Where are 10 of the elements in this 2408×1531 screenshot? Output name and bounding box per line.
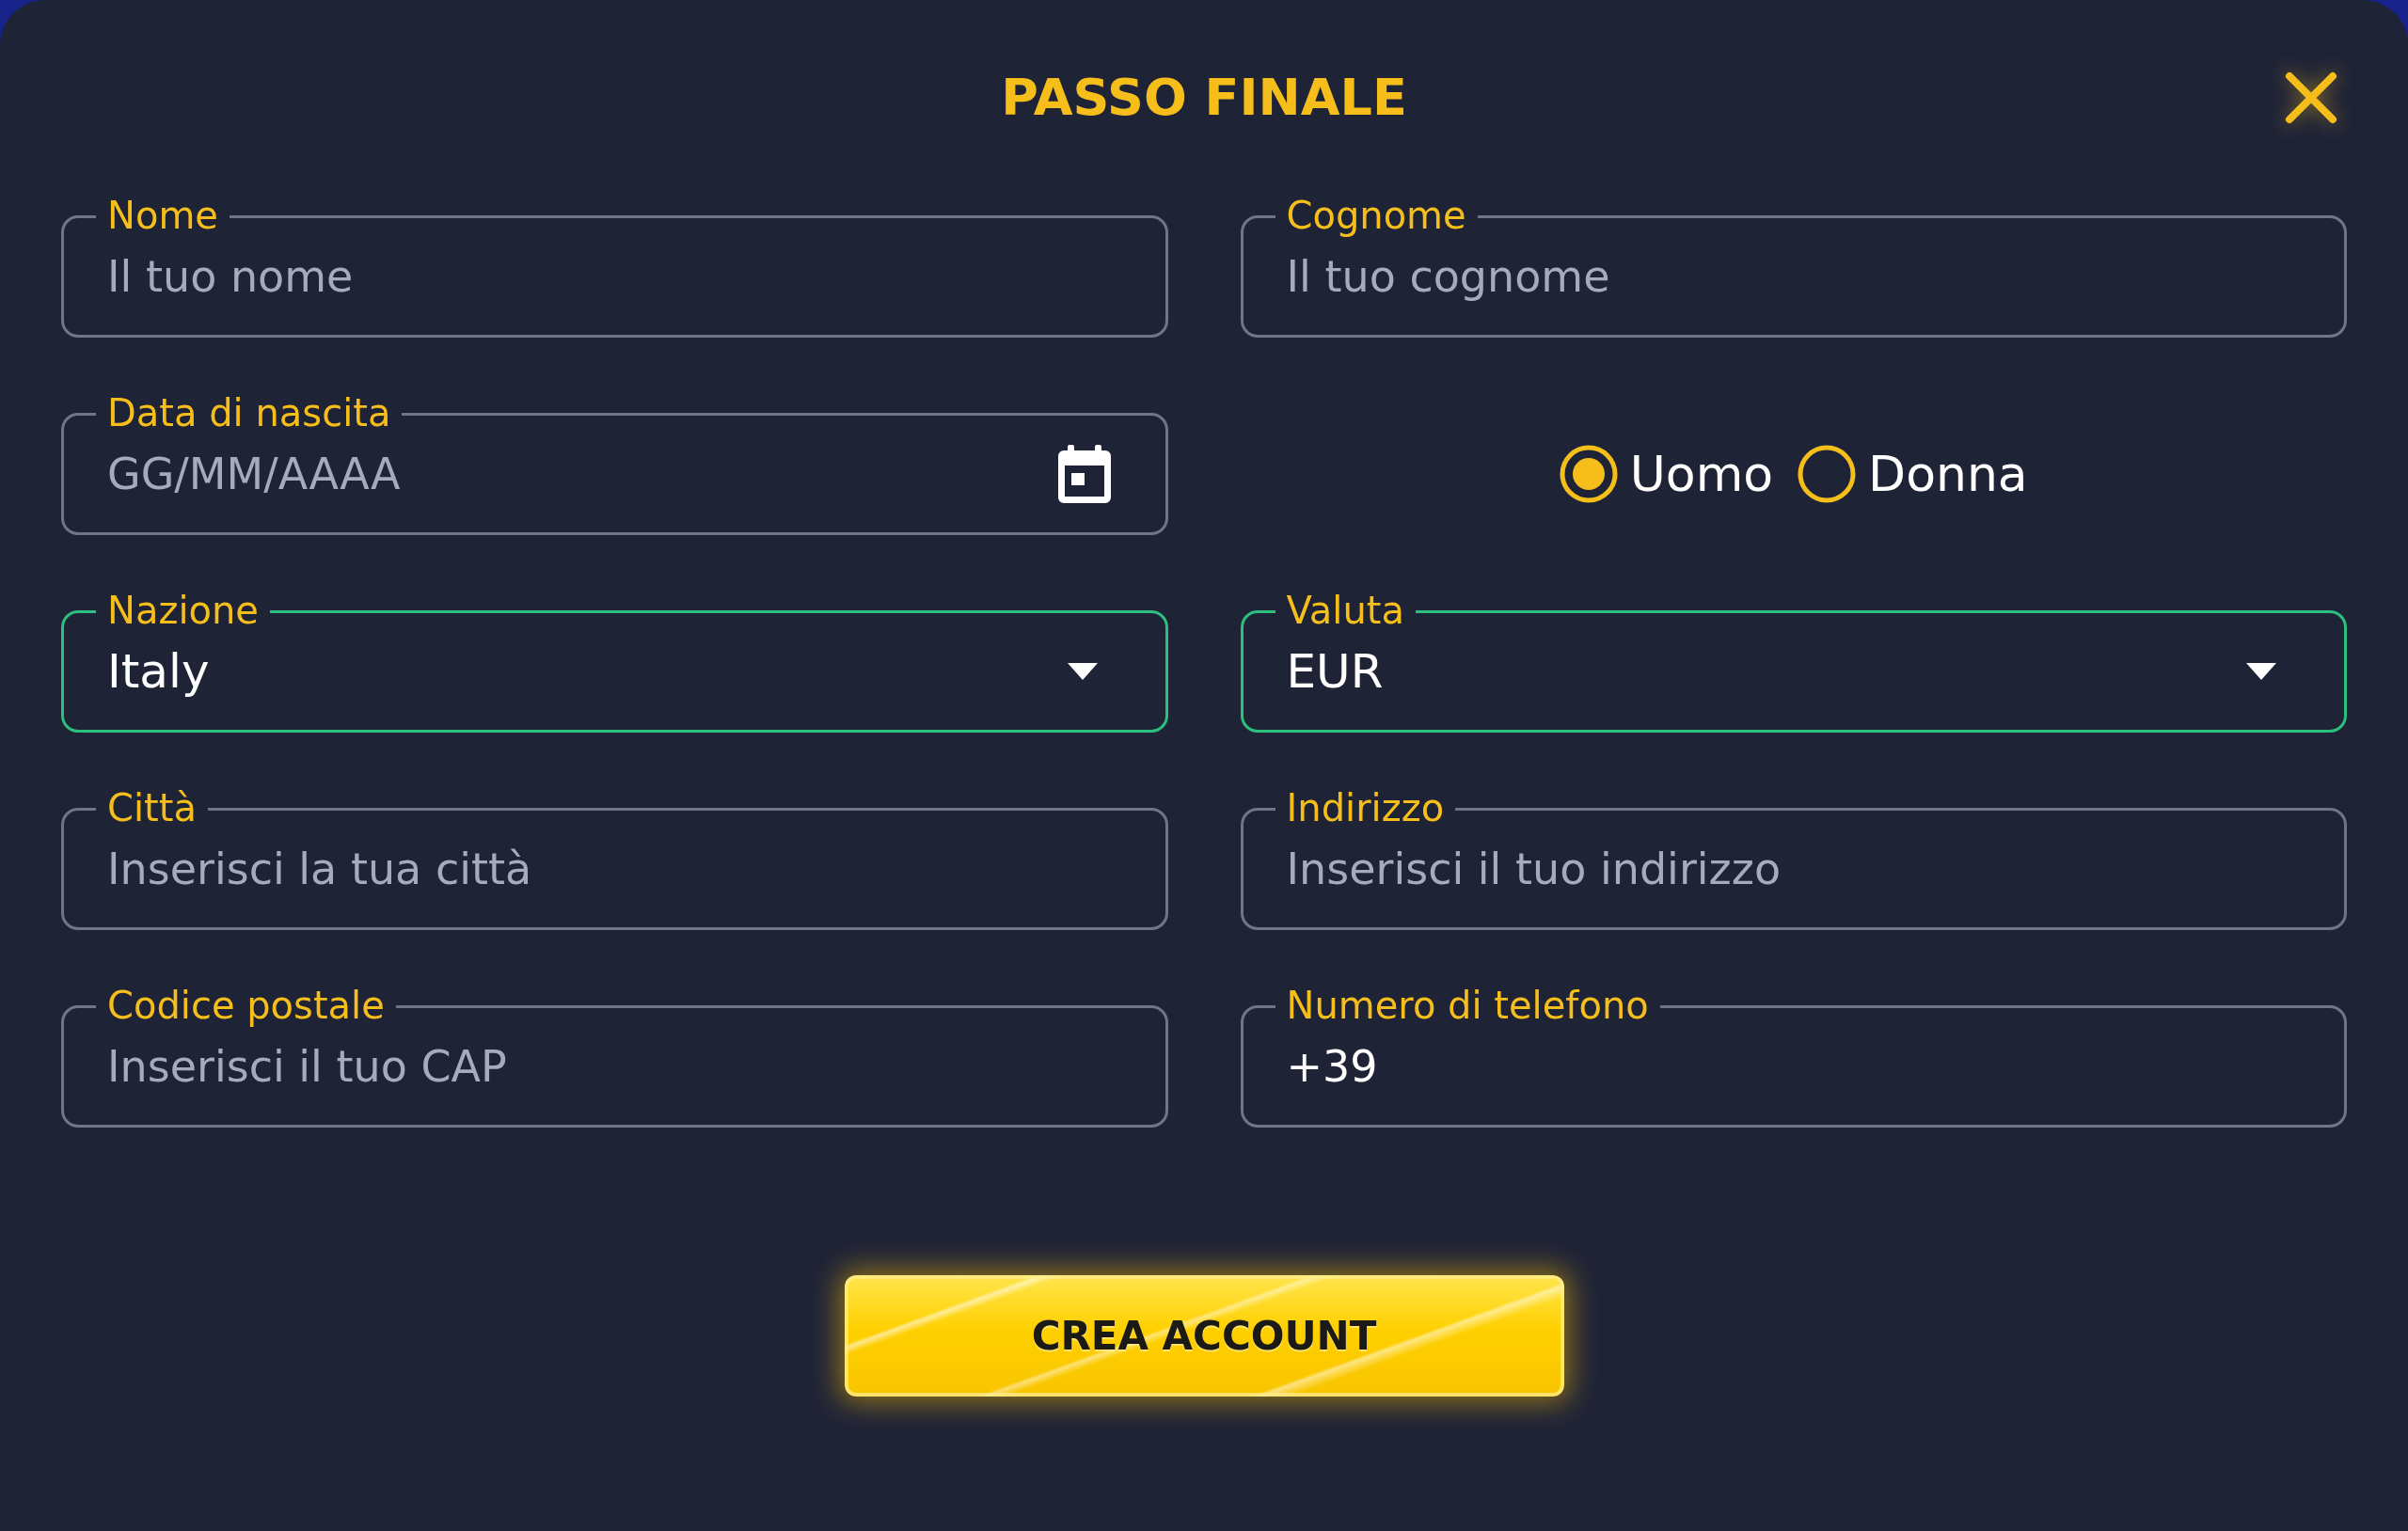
radio-icon[interactable] — [1559, 445, 1618, 503]
create-account-button[interactable]: CREA ACCOUNT — [844, 1275, 1564, 1397]
radio-icon[interactable] — [1798, 445, 1857, 503]
caret-icon — [1067, 663, 1098, 680]
radio-option[interactable]: Uomo — [1559, 445, 1774, 503]
radio-option[interactable]: Donna — [1798, 445, 2028, 503]
dialog-title: PASSO FINALE — [1001, 67, 1407, 129]
close-icon[interactable] — [2284, 71, 2338, 125]
calendar-icon[interactable] — [1057, 445, 1111, 503]
caret-icon — [2246, 663, 2276, 680]
